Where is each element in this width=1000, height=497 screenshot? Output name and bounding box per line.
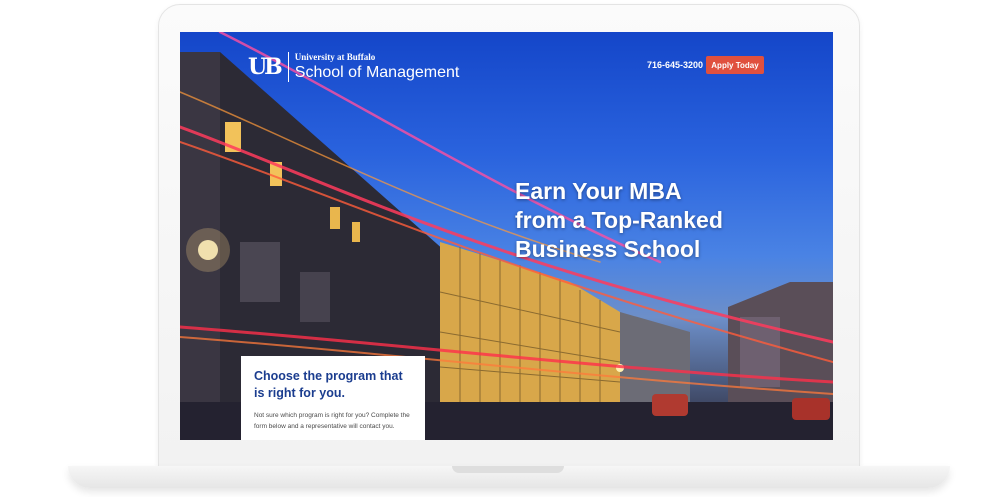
ub-logo-mark[interactable]: UB <box>248 54 283 80</box>
headline-line-2: from a Top-Ranked <box>515 207 723 233</box>
phone-link[interactable]: 716-645-3200 <box>647 60 703 70</box>
form-subtitle: Not sure which program is right for you?… <box>254 412 410 430</box>
site-header: UB University at Buffalo School of Manag… <box>248 52 459 82</box>
logo-divider <box>287 52 289 82</box>
headline-line-3: Business School <box>515 236 701 262</box>
university-name: University at Buffalo <box>294 52 376 62</box>
headline-line-1: Earn Your MBA <box>515 178 682 204</box>
laptop-notch <box>452 466 564 473</box>
school-name: School of Management <box>294 64 460 81</box>
apply-today-button[interactable]: Apply Today <box>706 56 764 74</box>
form-title: Choose the program that is right for you… <box>254 369 403 400</box>
hero-headline: Earn Your MBA from a Top-Ranked Business… <box>515 177 815 264</box>
website-screen: UB University at Buffalo School of Manag… <box>180 32 833 440</box>
program-form-card: Choose the program that is right for you… <box>241 356 425 440</box>
school-logo[interactable]: University at Buffalo School of Manageme… <box>295 53 460 81</box>
